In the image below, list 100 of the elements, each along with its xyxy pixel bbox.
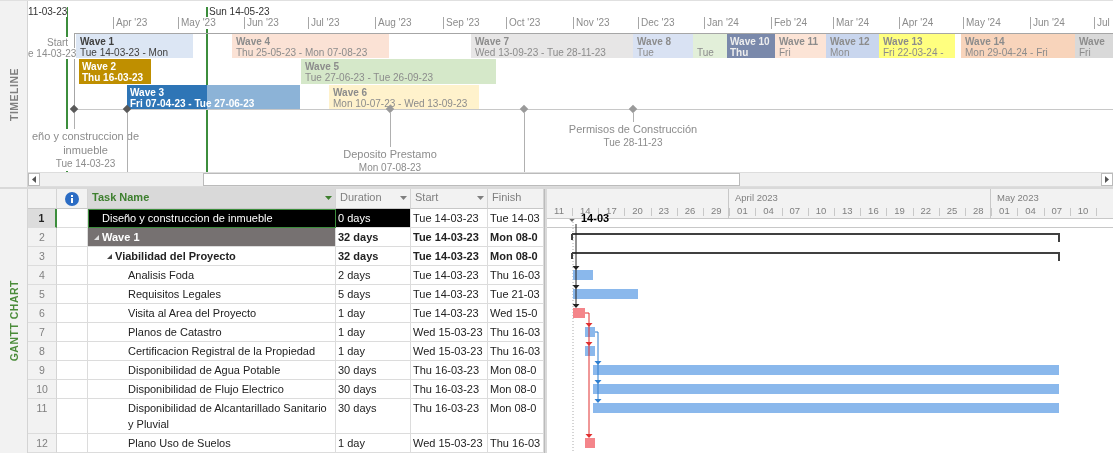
start-cell: Thu 16-03-23 bbox=[411, 380, 488, 399]
month-label: Dec '23 bbox=[638, 17, 675, 29]
duration-cell: 1 day bbox=[336, 434, 411, 453]
row-number[interactable]: 8 bbox=[28, 342, 57, 361]
month-label: Jul bbox=[1094, 17, 1110, 29]
dropdown-arrow-icon[interactable] bbox=[400, 196, 407, 200]
start-cell: Thu 16-03-23 bbox=[411, 399, 488, 434]
bar-dates: Fri 07-04-23 - Tue 27-06-23 bbox=[130, 98, 256, 109]
dropdown-arrow-icon[interactable] bbox=[325, 196, 332, 200]
day-label: 01 bbox=[736, 205, 749, 216]
pane-label: TIMELINE bbox=[7, 67, 20, 121]
task-name-cell: Requisitos Legales bbox=[88, 285, 336, 304]
bar-dates: Fri bbox=[779, 47, 792, 58]
month-label: May '23 bbox=[178, 17, 216, 29]
column-header[interactable]: Duration bbox=[336, 189, 411, 209]
task-name-cell: Planos de Catastro bbox=[88, 323, 336, 342]
duration-cell: 1 day bbox=[336, 323, 411, 342]
scrollbar-thumb[interactable] bbox=[203, 173, 740, 186]
task-name-cell: Analisis Foda bbox=[88, 266, 336, 285]
column-header[interactable]: Finish bbox=[488, 189, 544, 209]
scroll-right-button[interactable] bbox=[1101, 173, 1113, 186]
column-header[interactable]: Task Name bbox=[88, 189, 336, 209]
row-number[interactable]: 9 bbox=[28, 361, 57, 380]
bar-title: Wave 6 bbox=[333, 87, 369, 98]
duration-cell: 30 days bbox=[336, 361, 411, 380]
task-name-cell: Disponibilidad de Flujo Electrico bbox=[88, 380, 336, 399]
start-cell: Tue 14-03-23 bbox=[411, 285, 488, 304]
start-cell: Tue 14-03-23 bbox=[411, 304, 488, 323]
bar-dates: Tue 14-03-23 - Mon bbox=[80, 47, 169, 58]
indicator-cell bbox=[57, 361, 88, 380]
month-label: Oct '23 bbox=[506, 17, 541, 29]
month-label: May '24 bbox=[963, 17, 1001, 29]
bar-dates: Mon 29-04-24 - Fri bbox=[965, 47, 1049, 58]
bar-title: Wave 5 bbox=[305, 61, 341, 72]
bar-dates: Fri bbox=[1079, 47, 1092, 58]
task-name-cell: Certificacion Registral de la Propiedad bbox=[88, 342, 336, 361]
indicator-cell bbox=[57, 399, 88, 434]
month-label: Jun '23 bbox=[244, 17, 279, 29]
bar-title: Wave 1 bbox=[80, 36, 116, 47]
row-number[interactable]: 10 bbox=[28, 380, 57, 399]
bar-dates: Tue 27-06-23 - Tue 26-09-23 bbox=[305, 72, 435, 83]
row-number[interactable]: 7 bbox=[28, 323, 57, 342]
bar-title: Wave 12 bbox=[830, 36, 871, 47]
bar-dates: Tue bbox=[637, 47, 655, 58]
indicator-cell bbox=[57, 247, 88, 266]
start-cell: Tue 14-03-23 bbox=[411, 209, 488, 228]
row-number[interactable]: 4 bbox=[28, 266, 57, 285]
bar-dates: Mon 10-07-23 - Wed 13-09-23 bbox=[333, 98, 469, 109]
month-label: Sep '23 bbox=[443, 17, 480, 29]
start-cell: Tue 14-03-23 bbox=[411, 228, 488, 247]
start-date: e 14-03-23 bbox=[28, 48, 77, 59]
bar-dates: Mon bbox=[830, 47, 851, 58]
start-cell: Wed 15-03-23 bbox=[411, 342, 488, 361]
indicator-cell bbox=[57, 380, 88, 399]
row-number[interactable]: 5 bbox=[28, 285, 57, 304]
indicator-cell bbox=[57, 342, 88, 361]
indicator-cell bbox=[57, 285, 88, 304]
start-cell: Tue 14-03-23 bbox=[411, 247, 488, 266]
day-label: 22 bbox=[919, 205, 932, 216]
month-label: Jul '23 bbox=[308, 17, 340, 29]
bar-title: Wave 13 bbox=[883, 36, 924, 47]
duration-cell: 5 days bbox=[336, 285, 411, 304]
row-number[interactable]: 2 bbox=[28, 228, 57, 247]
bar-dates: Fri 22-03-24 - bbox=[883, 47, 945, 58]
day-label: 10 bbox=[815, 205, 827, 216]
day-label: 20 bbox=[631, 205, 644, 216]
duration-cell: 0 days bbox=[336, 209, 411, 228]
task-name-cell: Wave 1 bbox=[88, 228, 336, 247]
dropdown-arrow-icon[interactable] bbox=[477, 196, 484, 200]
day-label: 16 bbox=[867, 205, 880, 216]
month-label: Jan '24 bbox=[704, 17, 739, 29]
task-name-cell: Disponibilidad de Alcantarillado Sanitario y Pluvial bbox=[88, 399, 336, 434]
duration-cell: 1 day bbox=[336, 304, 411, 323]
month-label: April 2023 bbox=[735, 192, 778, 203]
row-number[interactable]: 1 bbox=[28, 209, 57, 228]
pane-label: GANTT CHART bbox=[7, 280, 20, 362]
day-label: 28 bbox=[972, 205, 985, 216]
row-number[interactable]: 11 bbox=[28, 399, 57, 434]
month-label: Mar '24 bbox=[833, 17, 870, 29]
row-number[interactable]: 3 bbox=[28, 247, 57, 266]
duration-cell: 2 days bbox=[336, 266, 411, 285]
duration-cell: 30 days bbox=[336, 380, 411, 399]
start-cell: Wed 15-03-23 bbox=[411, 323, 488, 342]
day-label: 04 bbox=[762, 205, 775, 216]
indicator-cell bbox=[57, 434, 88, 453]
start-cell: Tue 14-03-23 bbox=[411, 266, 488, 285]
start-cell: Wed 15-03-23 bbox=[411, 434, 488, 453]
indicator-cell bbox=[57, 323, 88, 342]
scroll-left-button[interactable] bbox=[28, 173, 40, 186]
month-label: Nov '23 bbox=[573, 17, 610, 29]
column-header[interactable]: Start bbox=[411, 189, 488, 209]
bar-title: Wave 14 bbox=[965, 36, 1006, 47]
duration-cell: 1 day bbox=[336, 342, 411, 361]
row-number[interactable]: 6 bbox=[28, 304, 57, 323]
task-name-cell: Plano Uso de Suelos bbox=[88, 434, 336, 453]
task-name-cell: Viabilidad del Proyecto bbox=[88, 247, 336, 266]
month-label: Aug '23 bbox=[375, 17, 412, 29]
bar-dates: Thu 25-05-23 - Mon 07-08-23 bbox=[236, 47, 369, 58]
info-icon bbox=[65, 191, 79, 206]
row-number[interactable]: 12 bbox=[28, 434, 57, 453]
